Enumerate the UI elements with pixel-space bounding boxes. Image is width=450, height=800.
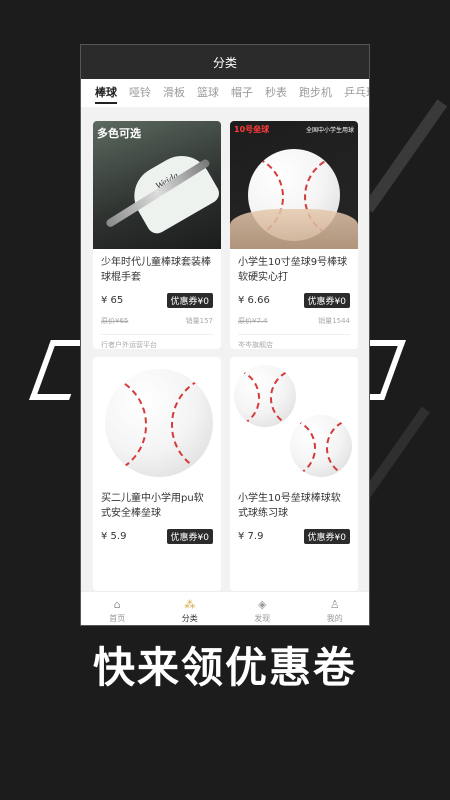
image-note: 全国中小学生用球 [305,127,354,134]
product-info: 小学生10号垒球棒球软式球练习球 ¥ 7.9 优惠券¥0 [230,485,358,550]
product-name: 买二儿童中小学用pu软式安全棒垒球 [101,493,204,519]
product-price: ¥ 7.9 [238,531,264,542]
product-grid: Weida 多色可选 少年时代儿童棒球套装棒球棍手套 ¥ 65 优惠券¥0 原价… [81,121,369,591]
nav-discover[interactable]: ◈ 发现 [226,592,299,625]
category-tabs: 棒球 哑铃 滑板 篮球 帽子 秒表 跑步机 乒乓球 [81,79,369,107]
product-card[interactable]: 买二儿童中小学用pu软式安全棒垒球 ¥ 5.9 优惠券¥0 [93,357,221,591]
hand-shape [230,209,358,249]
sales-count: 销量157 [185,317,213,325]
nav-label: 首页 [109,614,126,623]
price-row: ¥ 7.9 优惠券¥0 [238,529,350,544]
product-name: 小学生10号垒球棒球软式球练习球 [238,493,341,519]
nav-label: 我的 [326,614,343,623]
category-icon: ⁂ [184,598,196,611]
original-price: 原价¥65 [101,317,129,325]
profile-icon: ♙ [329,598,340,611]
tab-stopwatch[interactable]: 秒表 [259,79,293,107]
tab-basketball[interactable]: 篮球 [191,79,225,107]
product-image [230,357,358,485]
baseball-shape [105,369,213,477]
home-icon: ⌂ [113,598,121,611]
product-card[interactable]: 10号垒球 全国中小学生用球 小学生10寸垒球9号棒球软硬实心打 ¥ 6.66 … [230,121,358,349]
meta-row: 原价¥7.4 销量1544 [238,316,350,326]
price-row: ¥ 6.66 优惠券¥0 [238,293,350,308]
product-card[interactable]: 小学生10号垒球棒球软式球练习球 ¥ 7.9 优惠券¥0 [230,357,358,591]
product-name: 少年时代儿童棒球套装棒球棍手套 [101,257,211,283]
background-slash [362,99,448,213]
coupon-badge[interactable]: 优惠券¥0 [166,293,213,308]
discover-icon: ◈ [258,598,267,611]
price-row: ¥ 5.9 优惠券¥0 [101,529,213,544]
product-image [93,357,221,485]
tab-skateboard[interactable]: 滑板 [157,79,191,107]
shop-name: 行者户外运营平台 [101,334,213,349]
tab-dumbbell[interactable]: 哑铃 [123,79,157,107]
nav-label: 分类 [181,614,198,623]
product-info: 买二儿童中小学用pu软式安全棒垒球 ¥ 5.9 优惠券¥0 [93,485,221,550]
phone-screen: 分类 棒球 哑铃 滑板 篮球 帽子 秒表 跑步机 乒乓球 Weida 多色可选 … [80,44,370,626]
tab-treadmill[interactable]: 跑步机 [293,79,338,107]
image-tag: 10号垒球 [234,125,270,134]
nav-label: 发现 [254,614,271,623]
tab-table-tennis[interactable]: 乒乓球 [338,79,369,107]
nav-category[interactable]: ⁂ 分类 [154,592,227,625]
bottom-nav: ⌂ 首页 ⁂ 分类 ◈ 发现 ♙ 我的 [81,591,370,625]
tab-hat[interactable]: 帽子 [225,79,259,107]
product-image: Weida 多色可选 [93,121,221,249]
page-title: 分类 [212,55,237,70]
image-tag: 多色可选 [97,127,141,140]
product-image: 10号垒球 全国中小学生用球 [230,121,358,249]
product-price: ¥ 65 [101,295,124,306]
baseball-shape [290,415,352,477]
original-price: 原价¥7.4 [238,317,268,325]
product-info: 小学生10寸垒球9号棒球软硬实心打 ¥ 6.66 优惠券¥0 原价¥7.4 销量… [230,249,358,349]
coupon-badge[interactable]: 优惠券¥0 [303,293,350,308]
coupon-badge[interactable]: 优惠券¥0 [303,529,350,544]
meta-row: 原价¥65 销量157 [101,316,213,326]
product-info: 少年时代儿童棒球套装棒球棍手套 ¥ 65 优惠券¥0 原价¥65 销量157 行… [93,249,221,349]
shop-name: 岑岑旗舰店 [238,334,350,349]
product-price: ¥ 5.9 [101,531,127,542]
price-row: ¥ 65 优惠券¥0 [101,293,213,308]
nav-profile[interactable]: ♙ 我的 [299,592,370,625]
product-card[interactable]: Weida 多色可选 少年时代儿童棒球套装棒球棍手套 ¥ 65 优惠券¥0 原价… [93,121,221,349]
sales-count: 销量1544 [318,317,350,325]
promo-caption: 快来领优惠卷 [92,643,357,692]
title-bar: 分类 [81,45,369,79]
coupon-badge[interactable]: 优惠券¥0 [166,529,213,544]
tab-baseball[interactable]: 棒球 [89,79,123,107]
nav-home[interactable]: ⌂ 首页 [81,592,154,625]
baseball-shape [234,365,296,427]
product-price: ¥ 6.66 [238,295,270,306]
product-name: 小学生10寸垒球9号棒球软硬实心打 [238,257,348,283]
